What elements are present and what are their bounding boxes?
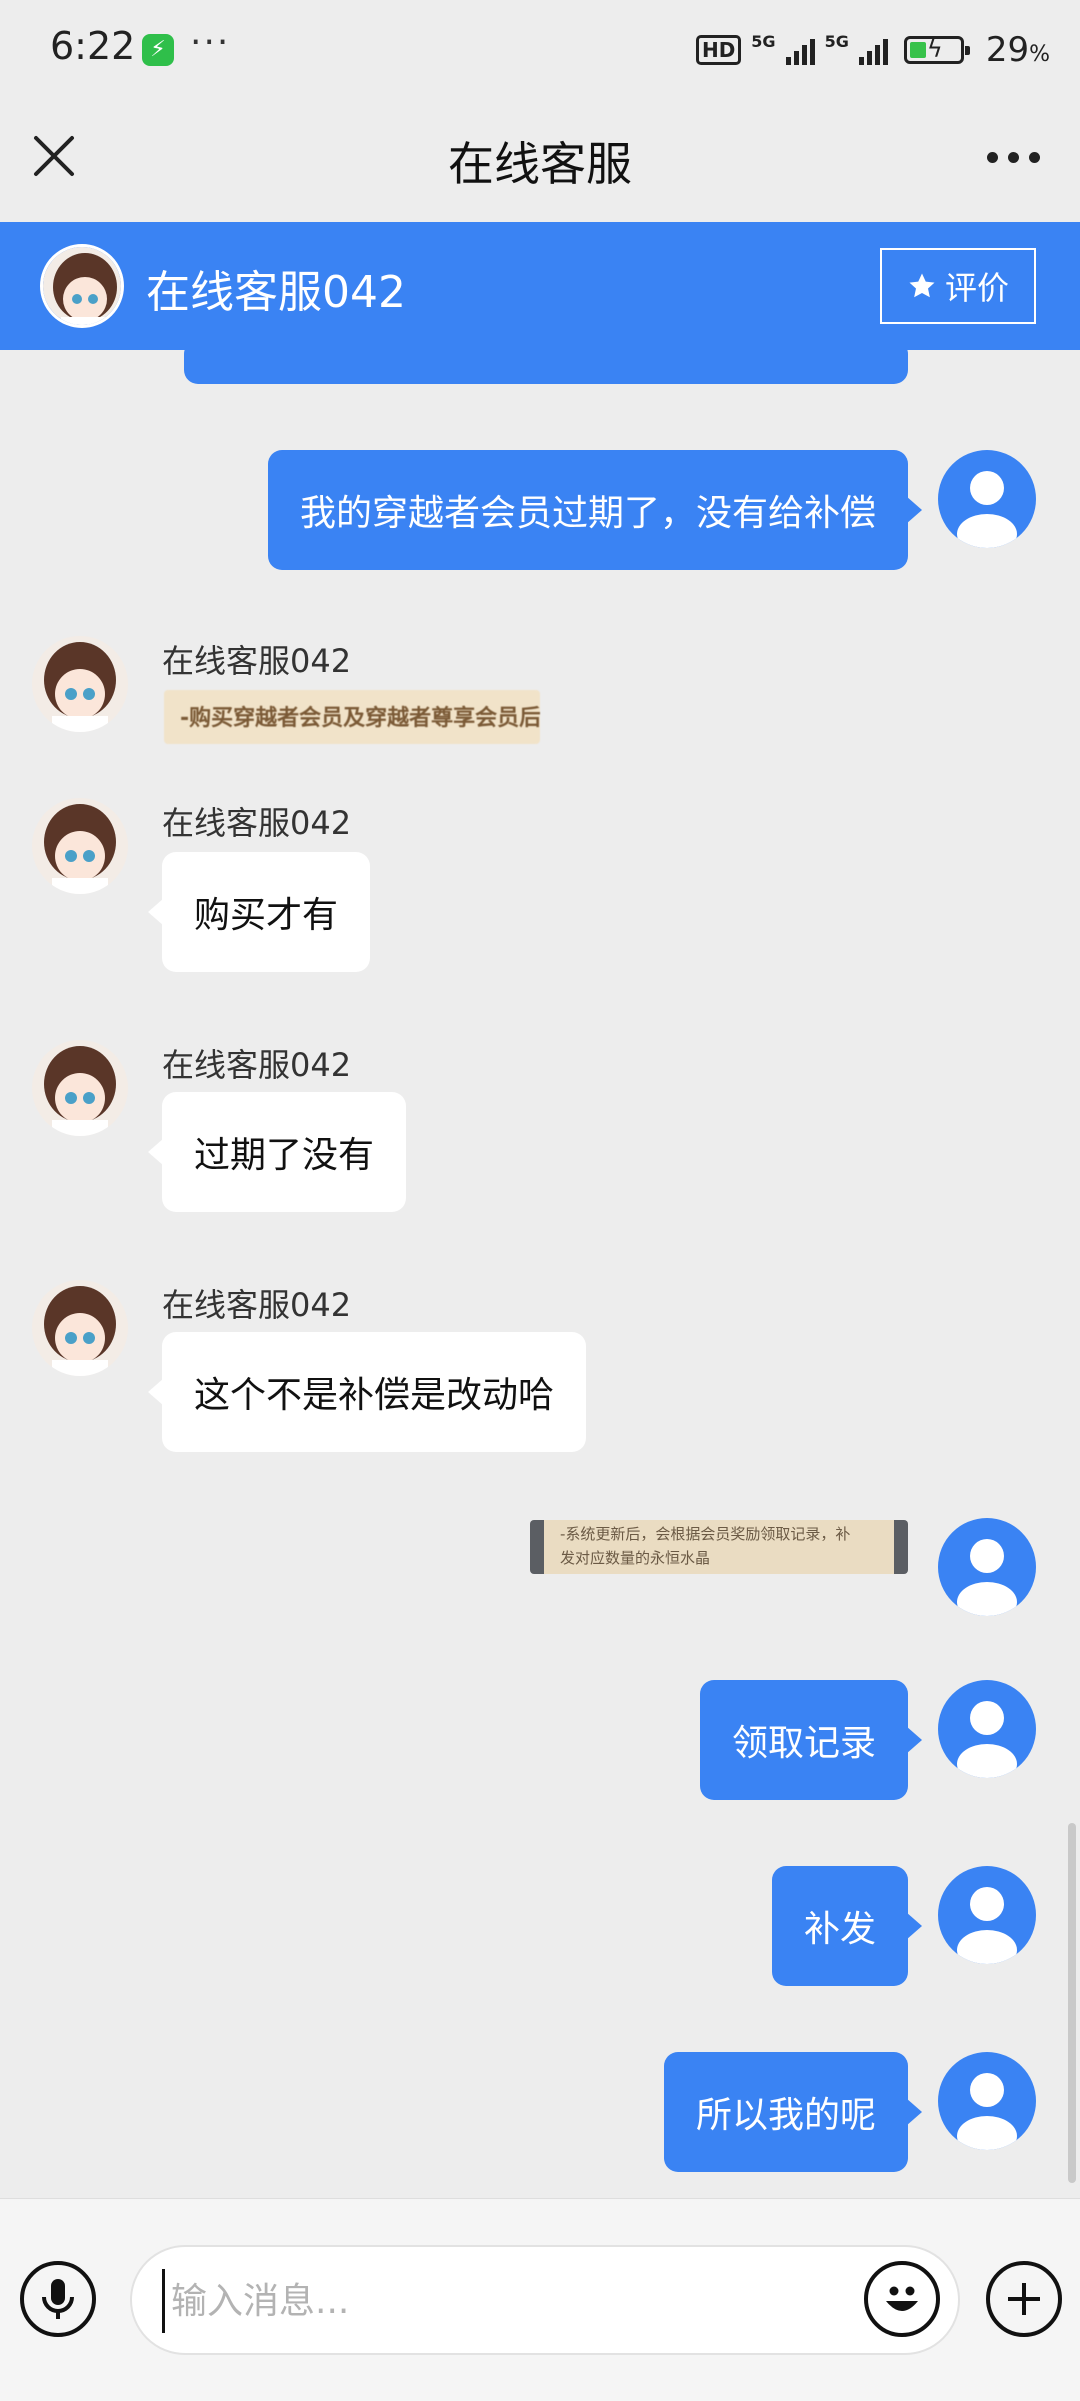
user-avatar [938, 1680, 1036, 1778]
agent-name: 在线客服042 [146, 267, 406, 318]
emoji-icon [886, 2286, 918, 2311]
rate-button-label: 评价 [944, 269, 1009, 307]
chat-area[interactable]: 我的穿越者会员过期了，没有给补偿 在线客服042 -购买穿越者会员及穿越者尊享会… [0, 350, 1080, 2200]
more-options-button[interactable] [986, 2261, 1062, 2337]
agent-message-avatar [32, 798, 128, 894]
notification-app-icon: ⚡ [142, 34, 174, 66]
network-type-label-2: 5G [824, 32, 849, 51]
hd-icon: HD [695, 35, 742, 65]
microphone-icon [42, 2279, 74, 2319]
voice-input-button[interactable] [20, 2261, 96, 2337]
user-message-bubble[interactable]: 领取记录 [699, 1680, 923, 1800]
sender-name: 在线客服042 [162, 1046, 352, 1084]
battery-percent: 29% [985, 30, 1050, 70]
star-icon [909, 273, 935, 298]
rate-button[interactable]: 评价 [880, 248, 1036, 324]
sender-name: 在线客服042 [162, 1286, 352, 1324]
user-message-bubble[interactable]: 补发 [771, 1866, 923, 1986]
status-bar: 6:22 ⚡ ··· HD 5G 5G ϟ 29% [0, 0, 1080, 100]
user-message-bubble[interactable]: 所以我的呢 [663, 2052, 923, 2172]
agent-message-bubble[interactable]: 过期了没有 [147, 1092, 407, 1212]
agent-message-avatar [32, 636, 128, 732]
message-input-container[interactable] [130, 2245, 960, 2355]
signal-icon-2 [858, 35, 888, 65]
message-bubble-partial[interactable] [184, 350, 908, 384]
agent-message-avatar [32, 1040, 128, 1136]
message-input[interactable] [162, 2269, 862, 2333]
user-avatar [938, 2052, 1036, 2150]
agent-avatar [40, 244, 124, 328]
plus-icon [1008, 2283, 1040, 2315]
image-message-line: 发对应数量的永恒水晶 [560, 1549, 711, 1567]
user-avatar [938, 1518, 1036, 1616]
user-avatar [938, 450, 1036, 548]
sender-name: 在线客服042 [162, 642, 352, 680]
agent-message-bubble[interactable]: 购买才有 [147, 852, 371, 972]
agent-message-avatar [32, 1280, 128, 1376]
page-title: 在线客服 [448, 137, 632, 191]
image-message[interactable]: -购买穿越者会员及穿越者尊享会员后, [164, 690, 540, 744]
sender-name: 在线客服042 [162, 804, 352, 842]
notification-more: ··· [190, 22, 231, 63]
user-message-bubble[interactable]: 我的穿越者会员过期了，没有给补偿 [267, 450, 923, 570]
more-menu-icon[interactable] [987, 152, 1040, 163]
agent-message-bubble[interactable]: 这个不是补偿是改动哈 [147, 1332, 587, 1452]
emoji-button[interactable] [864, 2261, 940, 2337]
chat-scrollbar[interactable] [1068, 1823, 1076, 2183]
image-message[interactable]: -系统更新后，会根据会员奖励领取记录，补 发对应数量的永恒水晶 [530, 1520, 908, 1574]
agent-header: 在线客服042 评价 [0, 222, 1080, 350]
user-avatar [938, 1866, 1036, 1964]
status-indicators: HD 5G 5G ϟ 29% [695, 28, 1050, 72]
image-message-line: -系统更新后，会根据会员奖励领取记录，补 [560, 1525, 851, 1543]
nav-bar: 在线客服 [0, 100, 1080, 222]
input-bar [0, 2198, 1080, 2401]
network-type-label: 5G [751, 32, 776, 51]
status-time: 6:22 [50, 24, 136, 68]
signal-icon [785, 35, 815, 65]
battery-icon: ϟ [903, 35, 970, 64]
